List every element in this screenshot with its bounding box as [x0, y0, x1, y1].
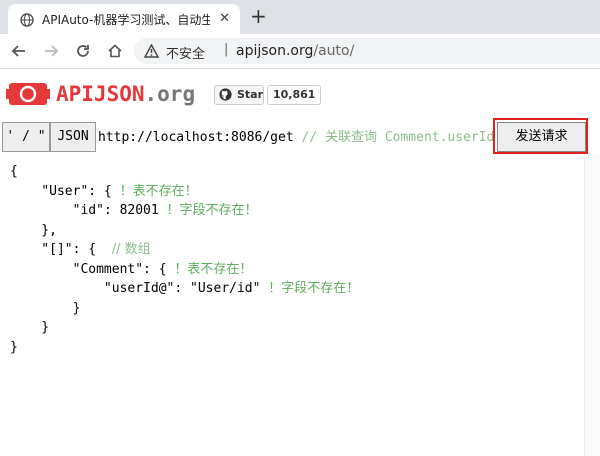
send-request-button[interactable]: 发送请求 — [497, 122, 586, 152]
send-button-highlight: 发送请求 — [493, 118, 588, 154]
quote-mode-button[interactable]: ' / " — [2, 122, 50, 152]
security-label[interactable]: 不安全 — [166, 43, 205, 62]
browser-toolbar: 不安全 | apijson.org/auto/ — [0, 34, 600, 69]
editor-line: "[]": { // 数组 — [10, 240, 359, 260]
home-icon[interactable] — [104, 40, 126, 62]
url-separator: | — [224, 42, 229, 57]
url-host: apijson.org — [236, 43, 314, 59]
globe-icon — [20, 12, 34, 27]
url-path: /auto/ — [313, 43, 355, 59]
new-tab-button[interactable]: + — [250, 5, 267, 27]
tab-title: APIAuto-机器学习测试、自动生 — [42, 13, 210, 27]
editor-line: }, — [10, 221, 359, 241]
editor-note: ！字段不存在！ — [166, 203, 258, 218]
editor-line: } — [10, 299, 359, 319]
request-url-input[interactable]: http://localhost:8086/get // 关联查询 Commen… — [98, 126, 494, 145]
code-text: "Comment": { — [10, 261, 175, 277]
browser-tab[interactable]: APIAuto-机器学习测试、自动生 ✕ — [8, 4, 240, 34]
code-text: "[]": { — [10, 242, 112, 257]
brand-title[interactable]: APIJSON.org — [56, 82, 195, 106]
json-editor[interactable]: { "User": { ！表不存在！ "id": 82001 ！字段不存在！ }… — [10, 162, 359, 357]
github-icon — [219, 88, 232, 104]
apijson-logo-icon — [6, 80, 50, 108]
forward-icon[interactable] — [40, 40, 62, 62]
code-text: }, — [10, 222, 57, 238]
code-text: "userId@": "User/id" — [10, 281, 269, 296]
editor-line: } — [10, 318, 359, 338]
browser-tab-bar: APIAuto-机器学习测试、自动生 ✕ + — [0, 0, 600, 34]
request-url-comment: // 关联查询 Comment.userId = User.id — [301, 130, 494, 145]
reload-icon[interactable] — [72, 40, 94, 62]
brand-suffix: .org — [144, 82, 196, 106]
code-text: { — [10, 164, 18, 179]
request-url: http://localhost:8086/get — [98, 130, 294, 145]
code-text: } — [10, 320, 50, 335]
editor-scroll-area[interactable] — [584, 154, 600, 456]
format-json-button[interactable]: JSON — [50, 122, 96, 152]
editor-line: "id": 82001 ！字段不存在！ — [10, 201, 359, 221]
brand-name: APIJSON — [56, 82, 145, 106]
editor-comment: // 数组 — [111, 242, 151, 257]
warning-icon[interactable] — [143, 43, 160, 62]
editor-line: { — [10, 162, 359, 182]
code-text: } — [10, 300, 81, 316]
github-star-label: Star — [237, 88, 264, 101]
code-text: "id": 82001 — [10, 203, 167, 218]
code-text: } — [10, 339, 18, 355]
editor-line: } — [10, 338, 359, 358]
request-bar: ' / " JSON http://localhost:8086/get // … — [0, 118, 600, 154]
code-text: "User": { — [10, 183, 120, 199]
address-bar[interactable]: 不安全 | apijson.org/auto/ — [134, 38, 600, 64]
github-star-count[interactable]: 10,861 — [267, 85, 322, 105]
url-text[interactable]: apijson.org/auto/ — [236, 43, 354, 59]
editor-line: "userId@": "User/id" ！字段不存在！ — [10, 279, 359, 299]
close-icon[interactable]: ✕ — [219, 11, 230, 26]
editor-note: ！字段不存在！ — [268, 281, 360, 296]
github-star-button[interactable]: Star — [214, 85, 264, 105]
editor-note: ！表不存在！ — [174, 261, 253, 277]
back-icon[interactable] — [8, 40, 30, 62]
editor-line: "User": { ！表不存在！ — [10, 182, 359, 202]
editor-line: "Comment": { ！表不存在！ — [10, 260, 359, 280]
editor-note: ！表不存在！ — [119, 183, 198, 199]
